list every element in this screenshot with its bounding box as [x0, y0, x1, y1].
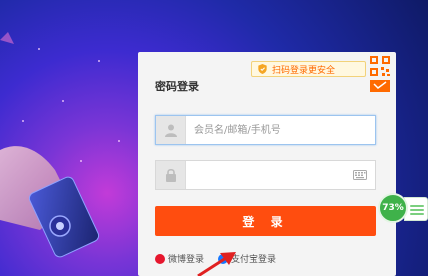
qr-banner-text: 扫码登录更安全	[272, 65, 336, 76]
user-icon	[164, 124, 177, 137]
login-button[interactable]: 登 录	[155, 206, 376, 236]
keyboard-icon[interactable]	[353, 170, 367, 180]
login-title: 密码登录	[155, 80, 199, 93]
qr-login-banner[interactable]: 扫码登录更安全	[251, 61, 366, 77]
username-input[interactable]	[186, 116, 375, 144]
shield-icon	[258, 64, 267, 74]
login-card: 扫码登录更安全 密码登录 会员名/邮箱/手机号 登 录 微博登录 支付宝登录	[138, 52, 396, 276]
password-field[interactable]	[155, 160, 376, 190]
pointer-arrow-icon	[197, 252, 236, 276]
user-icon-box	[156, 116, 186, 144]
username-field[interactable]	[155, 115, 376, 145]
speed-percent-badge: 73%	[378, 193, 408, 223]
speed-widget[interactable]: 73%	[378, 193, 428, 225]
background-illustration	[0, 32, 100, 258]
password-input[interactable]	[186, 161, 353, 189]
lock-icon-box	[156, 161, 186, 189]
weibo-icon	[155, 253, 165, 264]
lock-icon	[165, 168, 176, 182]
qr-code-icon[interactable]	[368, 54, 392, 94]
